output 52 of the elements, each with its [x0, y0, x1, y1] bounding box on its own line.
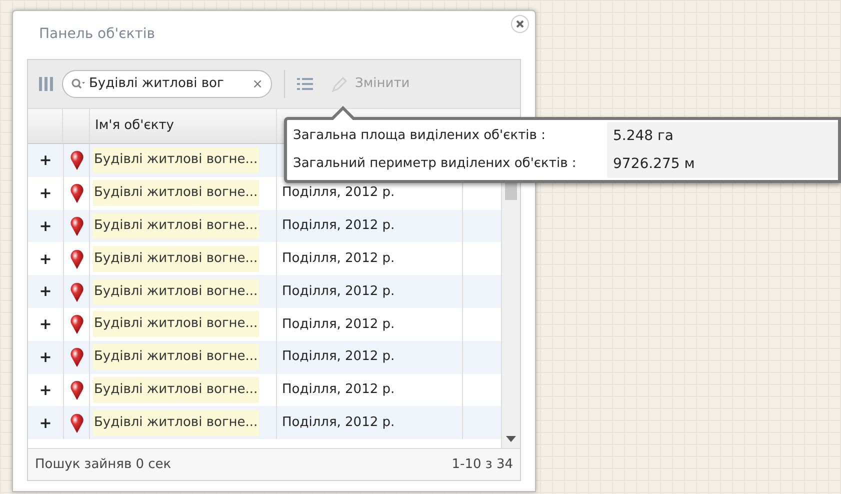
table-cell-text: Поділля, 2012 р.	[282, 381, 395, 400]
expand-toggle[interactable]: +	[39, 149, 52, 172]
table-cell: Будівлі житлові вогне...	[93, 147, 259, 174]
search-time-text: Пошук зайняв 0 сек	[35, 456, 172, 474]
map-pin-icon	[70, 214, 84, 237]
map-pin-icon	[70, 378, 84, 401]
map-pin-icon	[70, 182, 84, 204]
close-button[interactable]	[511, 15, 529, 33]
tooltip-label: Загальний периметр виділених об'єктів :	[293, 155, 576, 174]
pencil-icon	[331, 76, 349, 92]
clear-button[interactable]: ×	[252, 78, 263, 90]
expand-toggle[interactable]: +	[39, 313, 52, 336]
table-cell-text: Поділля, 2012 р.	[282, 316, 395, 334]
search-field[interactable]: Будівлі житлові вог ×	[62, 70, 272, 98]
table-cell: Будівлі житлові вогне...	[93, 376, 259, 403]
tooltip-label: Загальна площа виділених об'єктів :	[293, 127, 546, 146]
expand-toggle[interactable]: +	[39, 182, 52, 204]
map-pin-icon	[70, 280, 84, 303]
table-cell: Будівлі житлові вогне...	[93, 278, 259, 305]
paging-text: 1-10 з 34	[452, 456, 513, 474]
tooltip-value: 9726.275 м	[613, 154, 695, 174]
map-pin-icon	[70, 412, 84, 434]
table-cell: Будівлі житлові вогне...	[93, 246, 259, 272]
table-cell-text: Поділля, 2012 р.	[282, 184, 395, 202]
column-header[interactable]: Ім'я об'єкту	[95, 116, 174, 136]
expand-toggle[interactable]: +	[39, 346, 52, 368]
panel-title: Панель об'єктів	[39, 24, 156, 44]
map-pin-icon	[70, 346, 84, 368]
close-icon	[516, 20, 524, 28]
table-cell-text: Поділля, 2012 р.	[282, 348, 395, 366]
expand-toggle[interactable]: +	[39, 214, 52, 238]
table-cell: Будівлі житлові вогне...	[93, 311, 259, 338]
columns-icon[interactable]	[38, 76, 54, 92]
table-cell-text: Поділля, 2012 р.	[282, 250, 395, 268]
table-cell: Будівлі житлові вогне...	[93, 180, 259, 206]
table-cell-text: Поділля, 2012 р.	[282, 414, 395, 432]
list-icon[interactable]	[297, 77, 313, 91]
table-cell: Будівлі житлові вогне...	[93, 410, 259, 436]
expand-toggle[interactable]: +	[39, 248, 52, 270]
map-pin-icon	[70, 313, 84, 336]
table-cell-text: Поділля, 2012 р.	[282, 282, 395, 301]
map-pin-icon	[70, 248, 84, 270]
map-pin-icon	[70, 149, 84, 172]
table-cell: Будівлі житлові вогне...	[93, 344, 259, 370]
scroll-down-arrow-icon[interactable]	[506, 436, 516, 442]
table-cell: Будівлі житлові вогне...	[93, 212, 259, 239]
expand-toggle[interactable]: +	[39, 378, 52, 402]
table-cell-text: Поділля, 2012 р.	[282, 217, 395, 236]
expand-toggle[interactable]: +	[39, 280, 52, 303]
tooltip-value: 5.248 га	[613, 126, 674, 146]
search-icon	[71, 78, 85, 90]
expand-toggle[interactable]: +	[39, 412, 52, 434]
